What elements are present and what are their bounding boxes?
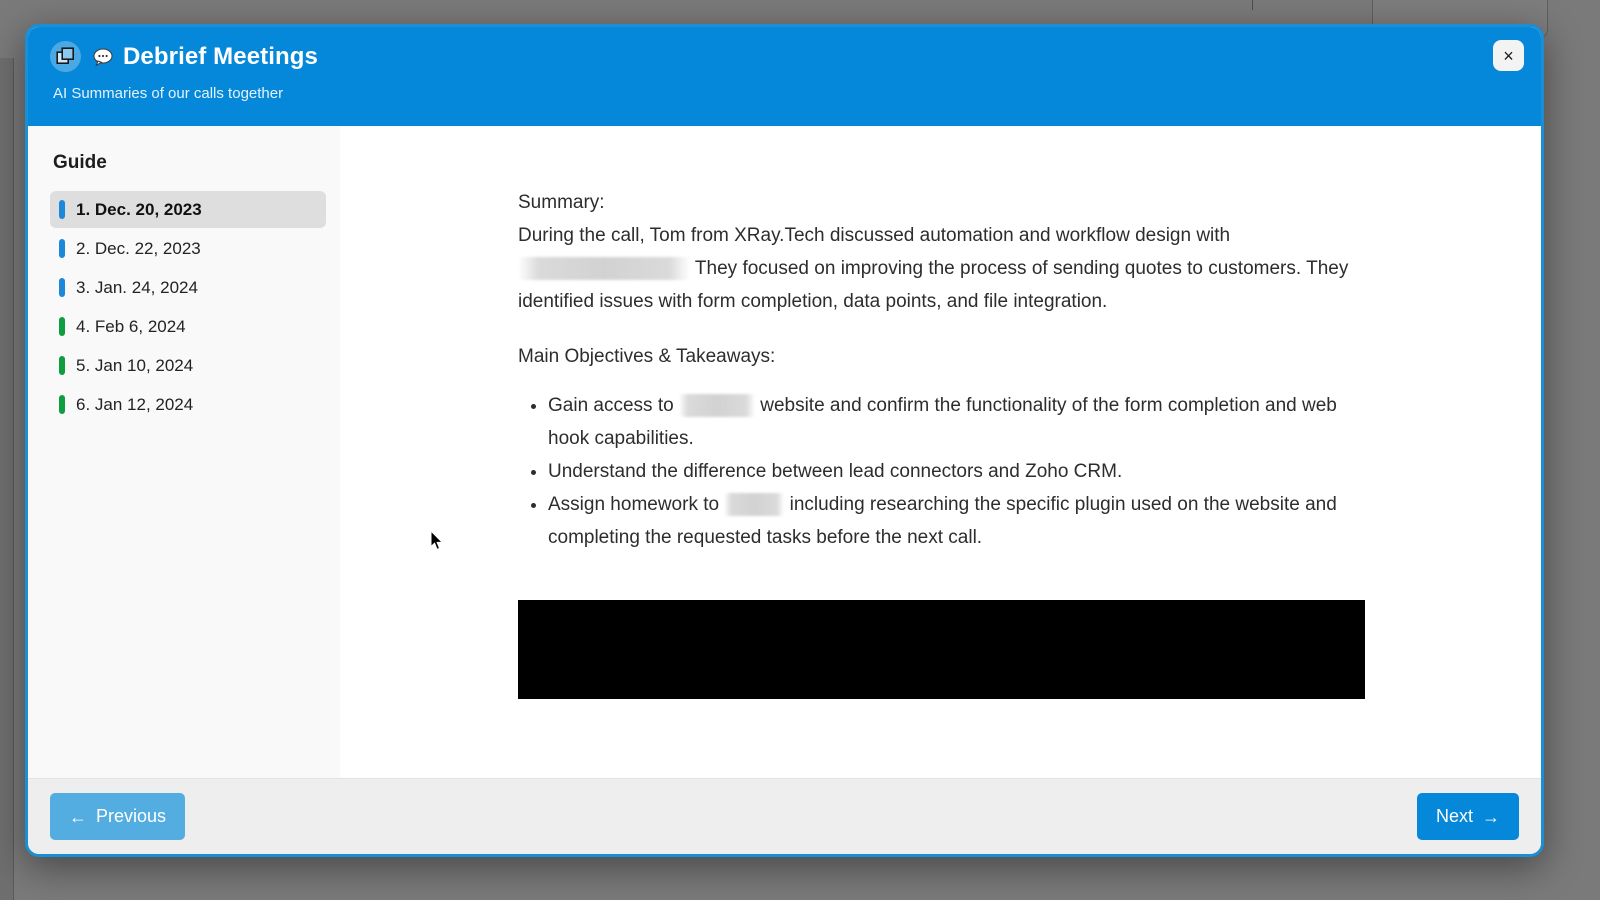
sidebar-item-label: 6. Jan 12, 2024: [76, 394, 194, 414]
bullet-text-before: Assign homework to: [548, 494, 725, 515]
content-inner: Summary: During the call, Tom from XRay.…: [518, 186, 1368, 699]
background-left-edge: [0, 58, 14, 900]
copy-windows-icon: [50, 41, 81, 72]
summary-heading: Summary:: [518, 192, 605, 213]
meeting-marker-icon: [59, 395, 65, 414]
arrow-right-icon: →: [1482, 806, 1500, 827]
meeting-marker-icon: [59, 200, 65, 219]
sidebar-item-meeting-6[interactable]: 6. Jan 12, 2024: [50, 386, 326, 423]
header-subtitle: AI Summaries of our calls together: [53, 85, 284, 102]
sidebar: Guide 1. Dec. 20, 2023 2. Dec. 22, 2023 …: [28, 126, 340, 778]
debrief-meetings-modal: Debrief Meetings AI Summaries of our cal…: [25, 24, 1544, 857]
summary-paragraph: During the call, Tom from XRay.Tech disc…: [518, 219, 1368, 318]
header-title-row: Debrief Meetings: [50, 41, 1519, 72]
content-pane: Summary: During the call, Tom from XRay.…: [340, 126, 1541, 778]
sidebar-item-meeting-2[interactable]: 2. Dec. 22, 2023: [50, 230, 326, 267]
bullet-text-before: Understand the difference between lead c…: [548, 461, 1123, 482]
meeting-marker-icon: [59, 278, 65, 297]
modal-header: Debrief Meetings AI Summaries of our cal…: [28, 27, 1541, 126]
close-button[interactable]: ×: [1493, 40, 1524, 71]
sidebar-item-meeting-5[interactable]: 5. Jan 10, 2024: [50, 347, 326, 384]
modal-body: Guide 1. Dec. 20, 2023 2. Dec. 22, 2023 …: [28, 126, 1541, 778]
sidebar-item-meeting-1[interactable]: 1. Dec. 20, 2023: [50, 191, 326, 228]
sidebar-item-meeting-4[interactable]: 4. Feb 6, 2024: [50, 308, 326, 345]
list-item: Understand the difference between lead c…: [548, 455, 1368, 488]
sidebar-item-label: 1. Dec. 20, 2023: [76, 199, 202, 219]
sidebar-item-label: 5. Jan 10, 2024: [76, 355, 194, 375]
previous-button-label: Previous: [96, 806, 167, 826]
sidebar-item-label: 2. Dec. 22, 2023: [76, 238, 201, 258]
speech-bubble-icon: [93, 48, 113, 66]
sidebar-heading: Guide: [53, 152, 107, 173]
redacted-name-block: [678, 394, 755, 418]
page-title: Debrief Meetings: [123, 42, 318, 70]
list-item: Gain access to website and confirm the f…: [548, 389, 1368, 455]
objectives-heading: Main Objectives & Takeaways:: [518, 346, 776, 367]
list-item: Assign homework to including researching…: [548, 488, 1368, 554]
redacted-name-block: [724, 493, 785, 517]
arrow-left-icon: ←: [69, 806, 87, 827]
previous-button[interactable]: ← Previous: [50, 793, 186, 840]
sidebar-item-label: 4. Feb 6, 2024: [76, 316, 186, 336]
meeting-marker-icon: [59, 317, 65, 336]
sidebar-item-label: 3. Jan. 24, 2024: [76, 277, 198, 297]
video-player[interactable]: [518, 600, 1365, 699]
close-icon: ×: [1503, 45, 1514, 66]
meeting-marker-icon: [59, 239, 65, 258]
meeting-marker-icon: [59, 356, 65, 375]
next-button[interactable]: Next →: [1416, 793, 1519, 840]
sidebar-item-meeting-3[interactable]: 3. Jan. 24, 2024: [50, 269, 326, 306]
modal-footer: ← Previous Next →: [28, 778, 1541, 854]
objectives-list: Gain access to website and confirm the f…: [518, 389, 1368, 554]
next-button-label: Next: [1435, 806, 1473, 826]
redacted-name-block: [518, 257, 690, 281]
bullet-text-before: Gain access to: [548, 395, 679, 416]
background-divider-line: [1252, 0, 1253, 10]
summary-text-part1: During the call, Tom from XRay.Tech disc…: [518, 225, 1231, 246]
